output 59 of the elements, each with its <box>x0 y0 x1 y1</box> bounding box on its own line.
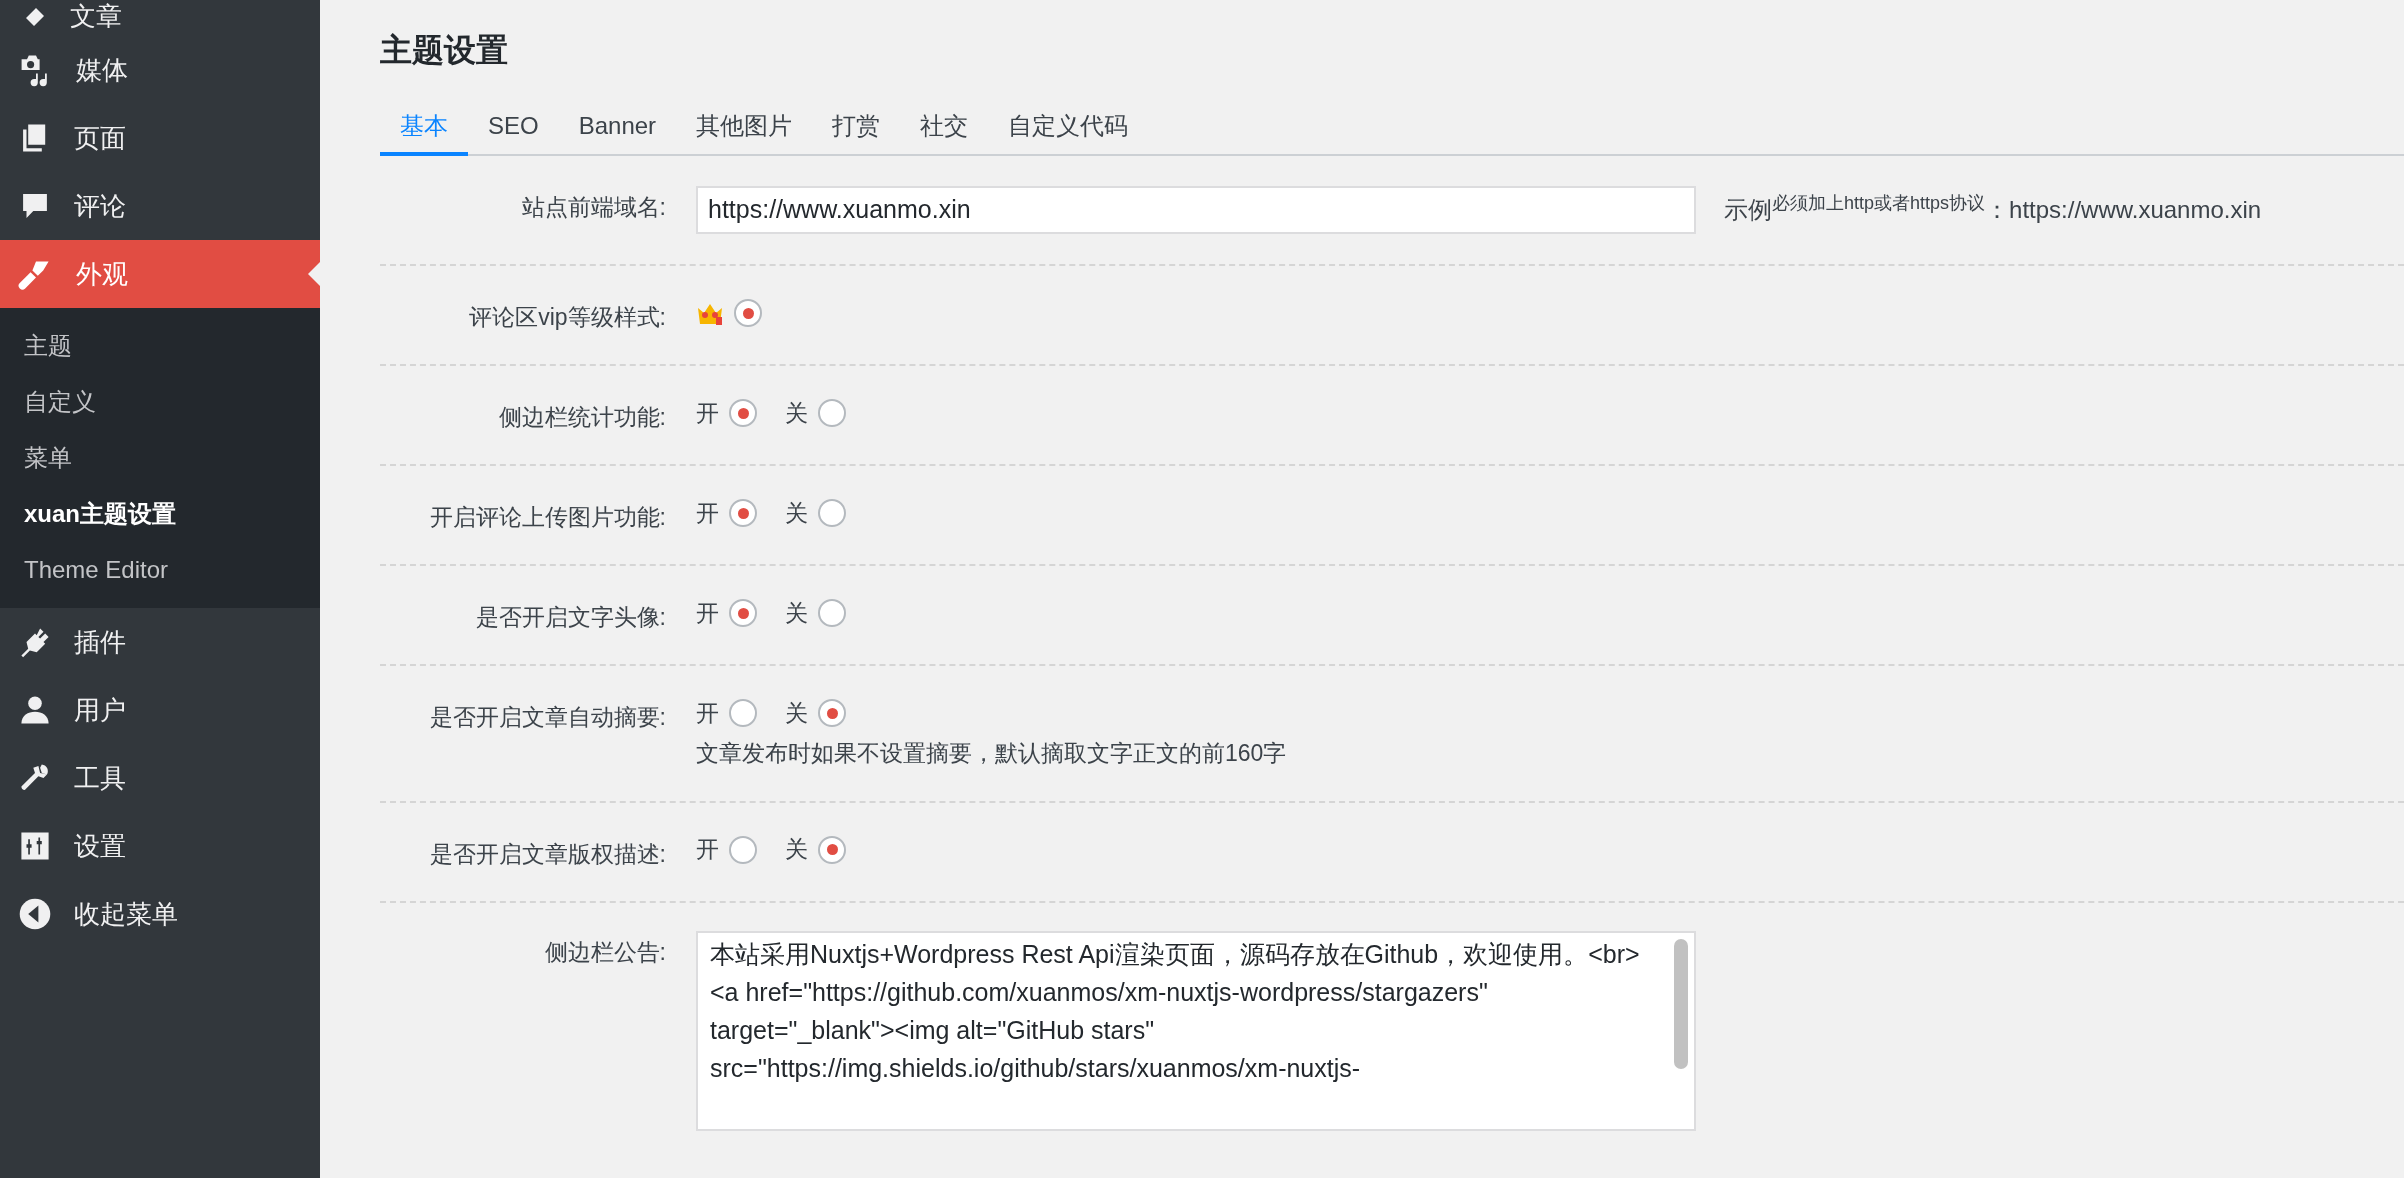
setting-label: 评论区vip等级样式: <box>468 303 666 332</box>
option-label: 开 <box>696 835 719 865</box>
sidebar-item[interactable]: 文章 <box>0 0 320 36</box>
submenu-item[interactable]: Theme Editor <box>0 542 320 598</box>
sidebar-item[interactable]: 页面 <box>0 104 320 172</box>
option-label: 开 <box>696 698 719 728</box>
radio-button[interactable] <box>818 399 846 427</box>
domain-input-field[interactable]: https://www.xuanmo.xin <box>696 186 1696 234</box>
tab[interactable]: Banner <box>558 108 677 156</box>
scrollbar-thumb[interactable] <box>1674 938 1688 1069</box>
menu-pointer <box>308 262 320 286</box>
setting-label: 开启评论上传图片功能: <box>428 503 666 532</box>
radio-button[interactable] <box>818 599 846 627</box>
sidebar-item[interactable]: 媒体 <box>0 36 320 104</box>
radio-button[interactable] <box>729 699 757 727</box>
submenu-item[interactable]: xuan主题设置 <box>0 486 320 542</box>
option-label: 开 <box>696 598 719 628</box>
page-title: 主题设置 <box>380 31 509 70</box>
submenu-item[interactable]: 自定义 <box>0 374 320 430</box>
setting-label: 侧边栏公告: <box>543 937 666 967</box>
setting-label: 站点前端域名: <box>520 193 666 222</box>
notice-textarea[interactable]: 本站采用Nuxtjs+Wordpress Rest Api渲染页面，源码存放在Github，欢迎使用。<br> <a href="https://github.com/xuanmos/xm-nuxtjs-wordpress/stargazers" target="_blank"><img alt="GitHub stars" src="https://img.shields.io/github/stars/xuanmos/xm-nuxtjs- <box>696 930 1696 1131</box>
radio-button[interactable] <box>734 299 762 327</box>
setting-label: 是否开启文字头像: <box>474 603 666 632</box>
sidebar-item[interactable]: 外观 <box>0 240 320 308</box>
radio-button[interactable] <box>818 499 846 527</box>
option-label: 关 <box>785 698 808 728</box>
submenu-item[interactable]: 主题 <box>0 318 320 374</box>
sidebar-item[interactable]: 评论 <box>0 172 320 240</box>
sidebar-item[interactable]: 设置 <box>0 812 320 880</box>
sidebar-item[interactable]: 工具 <box>0 744 320 812</box>
tab[interactable]: 社交 <box>900 108 989 156</box>
radio-button[interactable] <box>818 699 846 727</box>
field-hint: 示例$^{必须加上http或者https协议}$：https://www.xuanmo.xin <box>1724 192 2262 225</box>
option-label: 开 <box>696 398 719 428</box>
sliders-icon <box>18 829 52 863</box>
tab[interactable]: 打赏 <box>812 108 901 156</box>
user-icon <box>18 693 52 727</box>
radio-button[interactable] <box>729 835 757 864</box>
submenu-item[interactable]: 菜单 <box>0 430 320 486</box>
radio-button[interactable] <box>729 599 757 627</box>
radio-button[interactable] <box>818 835 846 864</box>
setting-label: 是否开启文章版权描述: <box>428 839 666 869</box>
sidebar-item[interactable]: 收起菜单 <box>0 880 320 948</box>
option-label: 关 <box>785 398 808 428</box>
tab[interactable]: 自定义代码 <box>988 108 1149 156</box>
option-description: 文章发布时如果不设置摘要，默认摘取文字正文的前160字 <box>696 739 1287 768</box>
option-label: 关 <box>785 598 808 628</box>
radio-button[interactable] <box>729 399 757 427</box>
setting-label: 是否开启文章自动摘要: <box>428 703 666 732</box>
option-label: 关 <box>785 498 808 528</box>
tab[interactable]: 其他图片 <box>676 108 813 156</box>
sidebar-item[interactable]: 插件 <box>0 608 320 676</box>
setting-label: 侧边栏统计功能: <box>497 403 666 432</box>
tab[interactable]: SEO <box>468 108 559 156</box>
option-label: 开 <box>696 498 719 528</box>
radio-button[interactable] <box>729 499 757 527</box>
sidebar-item[interactable]: 用户 <box>0 676 320 744</box>
option-label: 关 <box>785 835 808 865</box>
